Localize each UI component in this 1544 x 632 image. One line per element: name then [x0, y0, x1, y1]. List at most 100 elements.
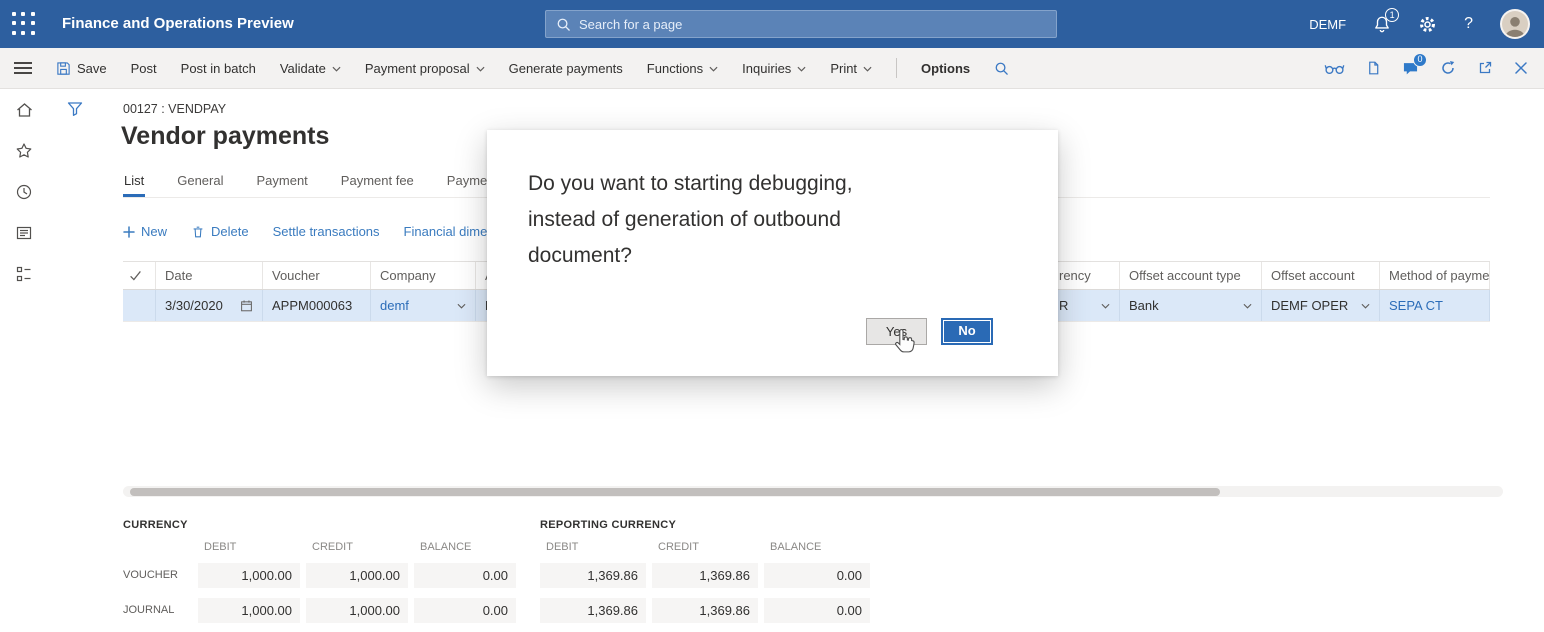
journal-currency-debit: 1,000.00 — [198, 598, 300, 623]
document-icon — [1366, 60, 1381, 76]
generate-payments-button[interactable]: Generate payments — [509, 61, 623, 76]
company-cell[interactable]: demf — [371, 290, 476, 321]
hierarchy-icon — [15, 265, 33, 283]
row-select-cell[interactable] — [123, 290, 156, 321]
sidebar-item-workspaces[interactable] — [0, 264, 48, 284]
sidebar-item-recent[interactable] — [0, 182, 48, 202]
column-header-date[interactable]: Date — [156, 262, 263, 289]
voucher-reporting-debit: 1,369.86 — [540, 563, 646, 588]
tab-payment[interactable]: Payment — [255, 167, 308, 197]
messages-button[interactable]: 0 — [1402, 61, 1419, 76]
currency-value: R — [1059, 298, 1068, 313]
new-button[interactable]: New — [123, 224, 167, 239]
date-cell[interactable]: 3/30/2020 — [156, 290, 263, 321]
journal-currency-balance: 0.00 — [414, 598, 516, 623]
record-id: 00127 : VENDPAY — [123, 102, 226, 116]
column-header-offset-account-type[interactable]: Offset account type — [1120, 262, 1262, 289]
app-launcher-button[interactable] — [12, 12, 36, 36]
payment-proposal-menu[interactable]: Payment proposal — [365, 61, 485, 76]
voucher-row-label: VOUCHER — [123, 569, 178, 581]
save-label: Save — [77, 61, 107, 76]
notifications-button[interactable]: 1 — [1373, 15, 1391, 33]
column-label: Method of paymer — [1389, 268, 1490, 283]
action-bar-divider — [896, 58, 897, 78]
popout-icon — [1477, 60, 1493, 76]
debug-confirmation-dialog: Do you want to starting debugging, inste… — [487, 130, 1058, 376]
method-of-payment-cell[interactable]: SEPA CT — [1380, 290, 1490, 321]
currency-cell[interactable]: R — [1050, 290, 1120, 321]
popout-button[interactable] — [1477, 60, 1493, 76]
filter-button[interactable] — [66, 100, 84, 118]
tab-general[interactable]: General — [176, 167, 224, 197]
column-header-company[interactable]: Company — [371, 262, 476, 289]
chevron-down-icon[interactable] — [457, 303, 466, 309]
options-button[interactable]: Options — [921, 61, 970, 76]
credit-header: CREDIT — [658, 541, 699, 553]
voucher-cell[interactable]: APPM000063 — [263, 290, 371, 321]
trash-icon — [191, 225, 205, 239]
tab-list[interactable]: List — [123, 167, 145, 197]
close-button[interactable] — [1514, 61, 1528, 75]
page-title: Vendor payments — [121, 122, 329, 151]
clock-icon — [15, 183, 33, 201]
inquiries-menu[interactable]: Inquiries — [742, 61, 806, 76]
column-label: Offset account type — [1129, 268, 1241, 283]
financial-dimensions-button[interactable]: Financial dime — [404, 224, 488, 239]
chevron-down-icon[interactable] — [1361, 303, 1370, 309]
sidebar-item-news[interactable] — [0, 223, 48, 243]
star-icon — [15, 142, 33, 160]
tab-payment-partial[interactable]: Payme — [446, 167, 488, 197]
column-header-method-of-payment[interactable]: Method of paymer — [1380, 262, 1490, 289]
balance-header: BALANCE — [420, 541, 471, 553]
save-button[interactable]: Save — [56, 61, 107, 76]
chevron-down-icon — [797, 66, 806, 72]
offset-account-type-value: Bank — [1129, 298, 1159, 313]
calendar-icon[interactable] — [240, 299, 253, 312]
column-header-offset-account[interactable]: Offset account — [1262, 262, 1380, 289]
column-label: Company — [380, 268, 436, 283]
delete-button[interactable]: Delete — [191, 224, 249, 239]
page-search[interactable] — [545, 10, 1057, 38]
payment-proposal-label: Payment proposal — [365, 61, 470, 76]
column-header-voucher[interactable]: Voucher — [263, 262, 371, 289]
tab-payment-fee[interactable]: Payment fee — [340, 167, 415, 197]
settings-button[interactable] — [1418, 15, 1437, 34]
message-badge: 0 — [1413, 53, 1427, 67]
action-search-button[interactable] — [994, 61, 1009, 76]
settle-transactions-button[interactable]: Settle transactions — [273, 224, 380, 239]
sidebar-item-home[interactable] — [0, 100, 48, 120]
credit-header: CREDIT — [312, 541, 353, 553]
offset-account-type-cell[interactable]: Bank — [1120, 290, 1262, 321]
no-button[interactable]: No — [941, 318, 993, 345]
document-preview-button[interactable] — [1366, 60, 1381, 76]
avatar[interactable] — [1500, 9, 1530, 39]
company-link[interactable]: demf — [380, 298, 409, 313]
validate-menu[interactable]: Validate — [280, 61, 341, 76]
search-input[interactable] — [579, 17, 1046, 32]
method-of-payment-link[interactable]: SEPA CT — [1389, 298, 1443, 313]
sidebar-item-favorites[interactable] — [0, 141, 48, 161]
voucher-reporting-balance: 0.00 — [764, 563, 870, 588]
column-header-currency[interactable]: rency — [1050, 262, 1120, 289]
select-all-cell[interactable] — [123, 262, 156, 289]
refresh-button[interactable] — [1440, 60, 1456, 76]
validate-label: Validate — [280, 61, 326, 76]
refresh-icon — [1440, 60, 1456, 76]
chevron-down-icon — [332, 66, 341, 72]
app-title: Finance and Operations Preview — [62, 15, 294, 32]
glasses-button[interactable] — [1324, 62, 1345, 75]
chevron-down-icon[interactable] — [1243, 303, 1252, 309]
post-in-batch-button[interactable]: Post in batch — [181, 61, 256, 76]
debit-header: DEBIT — [204, 541, 236, 553]
chevron-down-icon[interactable] — [1101, 303, 1110, 309]
horizontal-scrollbar[interactable] — [123, 486, 1503, 497]
functions-menu[interactable]: Functions — [647, 61, 718, 76]
company-picker[interactable]: DEMF — [1309, 17, 1346, 32]
chevron-down-icon — [476, 66, 485, 72]
help-button[interactable]: ? — [1464, 15, 1473, 33]
menu-toggle-button[interactable] — [14, 62, 32, 74]
post-button[interactable]: Post — [131, 61, 157, 76]
print-menu[interactable]: Print — [830, 61, 872, 76]
scrollbar-thumb[interactable] — [130, 488, 1220, 496]
offset-account-cell[interactable]: DEMF OPER — [1262, 290, 1380, 321]
